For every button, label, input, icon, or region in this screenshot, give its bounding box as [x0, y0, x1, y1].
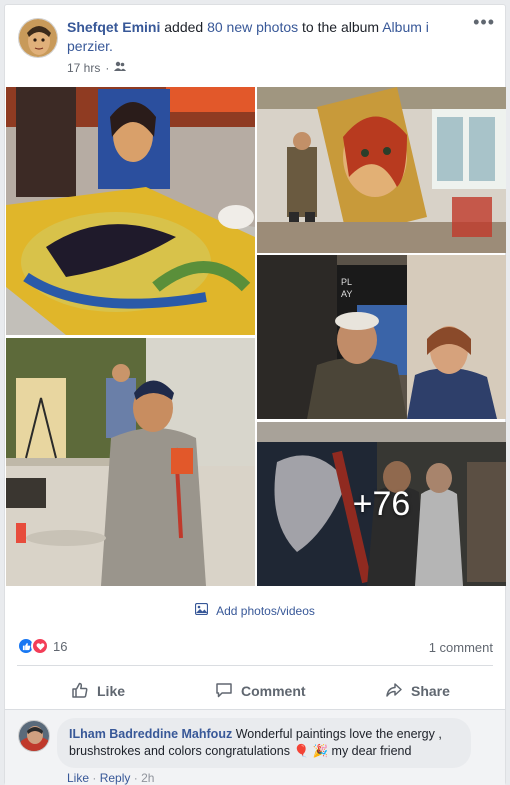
share-arrow-icon: [385, 681, 403, 702]
author-avatar[interactable]: [18, 18, 58, 58]
photo-4[interactable]: [6, 338, 255, 586]
more-options-icon[interactable]: •••: [473, 13, 495, 31]
reaction-count: 16: [53, 638, 68, 654]
comment-time[interactable]: 2h: [141, 771, 154, 785]
post-time[interactable]: 17 hrs: [67, 61, 100, 75]
comment-separator: ·: [133, 771, 142, 785]
commenter-avatar[interactable]: [18, 720, 50, 752]
photo-5-more[interactable]: +76: [257, 422, 506, 586]
love-icon: [31, 637, 49, 655]
reaction-summary[interactable]: 16: [17, 637, 67, 655]
photo-1[interactable]: [6, 87, 255, 335]
like-button[interactable]: Like: [71, 677, 125, 705]
post-meta: 17 hrs ·: [67, 61, 127, 75]
poster-text-2: AY: [341, 289, 352, 299]
comment-bubble: ILham Badreddine Mahfouz Wonderful paint…: [57, 718, 471, 768]
add-photos-label: Add photos/videos: [216, 603, 315, 618]
author-name[interactable]: Shefqet Emini: [67, 19, 160, 35]
comment-label: Comment: [241, 683, 306, 699]
add-photos-button[interactable]: Add photos/videos: [5, 602, 505, 618]
album-to-text: to the album: [298, 19, 383, 35]
photo-2[interactable]: [257, 87, 506, 253]
photo-icon: [195, 602, 209, 618]
comment-reply-link[interactable]: Reply: [100, 771, 131, 785]
comment-like-link[interactable]: Like: [67, 771, 89, 785]
speech-bubble-icon: [215, 681, 233, 702]
poster-text-1: PL: [341, 277, 352, 287]
like-label: Like: [97, 683, 126, 699]
action-text: added: [160, 19, 208, 35]
comment-emojis: 🎈 🎉: [293, 744, 329, 758]
audience-separator: ·: [105, 61, 110, 75]
photo-count-link[interactable]: 80 new photos: [207, 19, 298, 35]
post-card: Shefqet Emini added 80 new photos to the…: [4, 4, 506, 785]
more-photos-count[interactable]: +76: [257, 422, 506, 586]
share-label: Share: [411, 683, 450, 699]
thumbs-up-icon: [71, 681, 89, 702]
comment-count-link[interactable]: 1 comment: [429, 640, 493, 655]
comment-separator: ·: [92, 771, 100, 785]
commenter-name[interactable]: ILham Badreddine Mahfouz: [69, 727, 232, 741]
reactions-divider: [17, 665, 493, 666]
share-button[interactable]: Share: [385, 677, 450, 705]
photo-3[interactable]: PL AY: [257, 255, 506, 419]
comment-text-end: my dear friend: [328, 744, 412, 758]
post-header: Shefqet Emini added 80 new photos to the…: [67, 18, 447, 56]
comment-button[interactable]: Comment: [215, 677, 306, 705]
friends-icon[interactable]: [114, 61, 127, 75]
comment-actions: Like · Reply · 2h: [67, 771, 154, 785]
comments-section: ILham Badreddine Mahfouz Wonderful paint…: [5, 709, 505, 785]
